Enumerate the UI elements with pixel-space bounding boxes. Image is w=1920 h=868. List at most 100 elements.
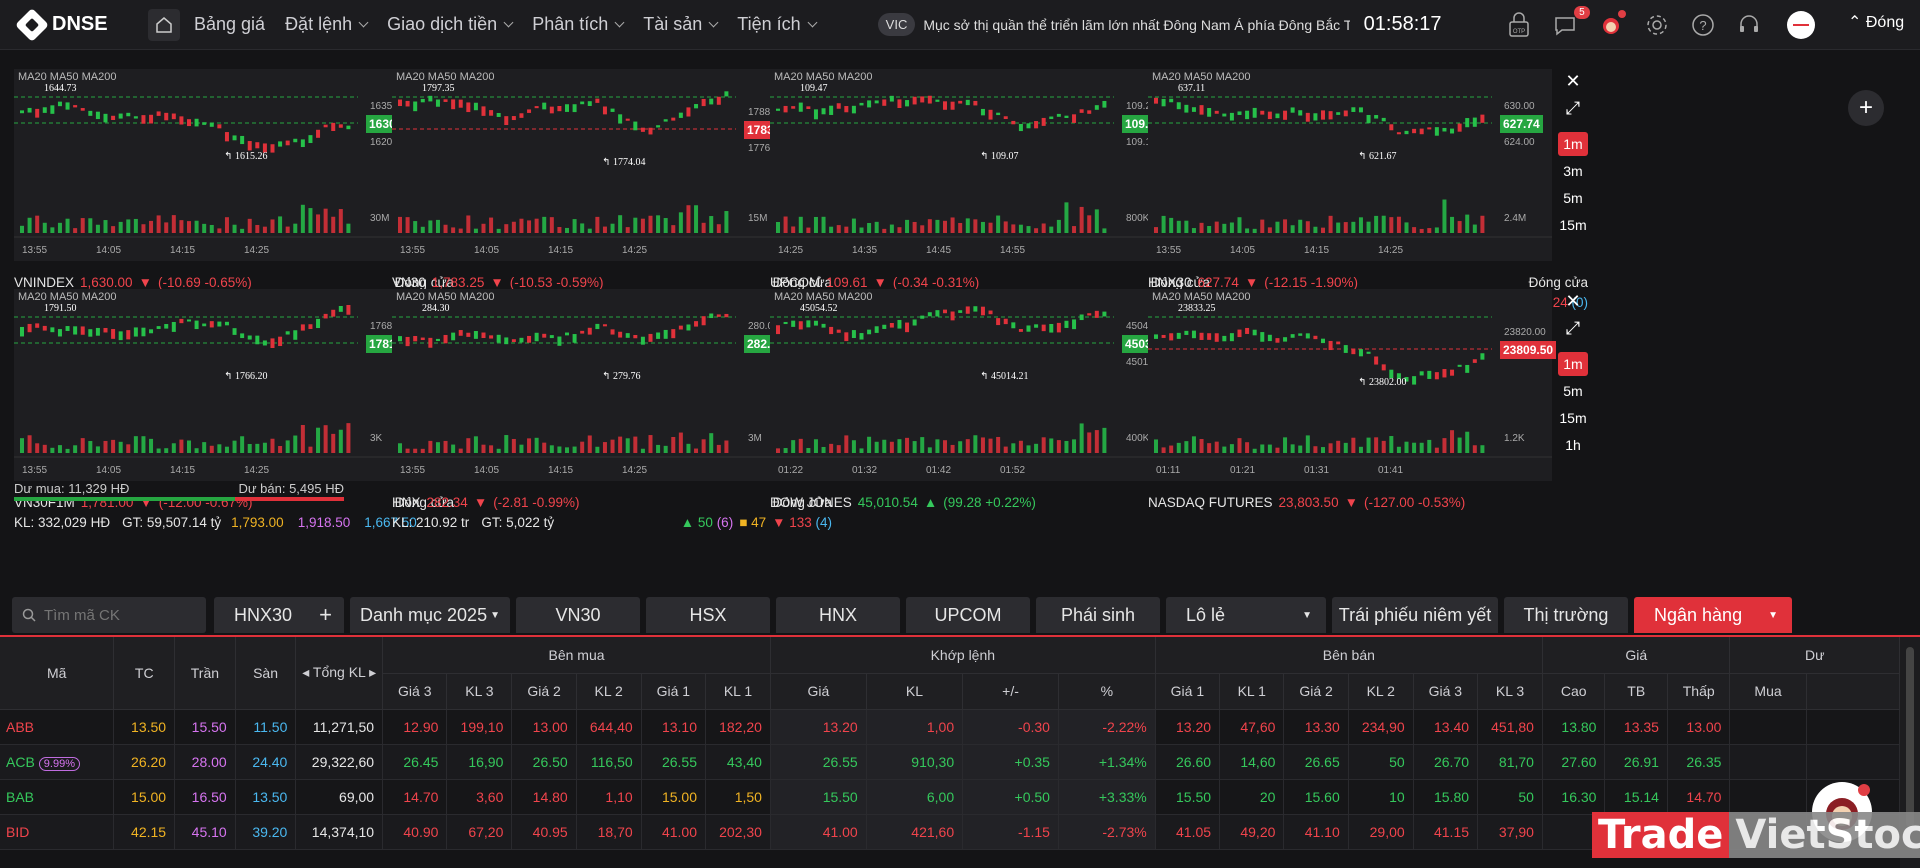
interval-15m-button[interactable]: 15m	[1558, 406, 1588, 430]
help-button[interactable]: ?	[1688, 10, 1718, 40]
candle	[859, 102, 864, 106]
tab-ngan-hang[interactable]: Ngân hàng ▼	[1634, 597, 1792, 633]
table-row[interactable]: BAB 15.00 16.50 13.50 69,00 14.70 3,60 14.80 1,1…	[0, 779, 1900, 815]
col-ma[interactable]: Mã	[0, 637, 115, 710]
ask-volume-cell: 10	[1348, 779, 1414, 815]
volume-bar	[783, 448, 788, 453]
add-chart-button[interactable]: +	[1848, 90, 1884, 126]
candle	[398, 336, 402, 342]
symbol-search[interactable]	[12, 597, 206, 633]
col-san[interactable]: Sàn	[235, 637, 297, 710]
subcol-kl-1[interactable]: KL 1	[1219, 673, 1285, 710]
search-input[interactable]	[44, 606, 194, 624]
nav-tien-ich[interactable]: Tiện ích	[737, 14, 818, 35]
interval-5m-button[interactable]: 5m	[1558, 379, 1588, 403]
tab-vn30[interactable]: VN30	[516, 597, 640, 633]
nav-bang-gia[interactable]: Bảng giá	[194, 14, 265, 35]
chart-plot-area[interactable]: 13:55 14:05 14:15 14:25 630.00 624.00 2.4M 637.…	[1148, 69, 1552, 261]
subcol--[interactable]: %	[1058, 673, 1156, 710]
volume-bar	[1064, 202, 1069, 233]
table-row[interactable]: ABB 13.50 15.50 11.50 11,271,50 12.90 199,10 13…	[0, 709, 1900, 745]
subcol-kl-3[interactable]: KL 3	[446, 673, 513, 710]
chart-plot-area[interactable]: 13:55 14:05 14:15 14:25 280.00 3M 284.30 ↰ 279.…	[392, 289, 796, 481]
subcol-kl-3[interactable]: KL 3	[1477, 673, 1543, 710]
subcol--[interactable]: +/-	[962, 673, 1059, 710]
chart-plot-area[interactable]: 13:55 14:05 14:15 14:25 1768.00 3K 1791.50 ↰ 17…	[14, 289, 418, 481]
subcol-gi-3[interactable]: Giá 3	[1413, 673, 1479, 710]
subcol-gi-3[interactable]: Giá 3	[382, 673, 448, 710]
subcol-gi-1[interactable]: Giá 1	[641, 673, 707, 710]
brand-logo[interactable]: DNSE	[15, 7, 148, 42]
ticker-symbol: VIC	[877, 13, 916, 36]
candle	[187, 319, 191, 322]
subcol-gi-1[interactable]: Giá 1	[1155, 673, 1221, 710]
chart-plot-area[interactable]: 01:11 01:21 01:31 01:41 23820.00 1.2K 23833.25…	[1148, 289, 1557, 481]
subcol-kl-1[interactable]: KL 1	[705, 673, 771, 710]
chart-plot-area[interactable]: 01:22 01:32 01:42 01:52 45048.00 45016.00 400K…	[770, 289, 1179, 481]
mini-chart-nasdaq-futures[interactable]: 01:11 01:21 01:31 01:41 23820.00 1.2K 23833.25…	[1134, 273, 1589, 533]
tab-lo-le[interactable]: Lô lẻ ▼	[1166, 597, 1326, 633]
subcol-kl[interactable]: KL	[866, 673, 964, 710]
nav-phan-tich[interactable]: Phân tích	[532, 14, 625, 35]
expand-icon[interactable]: ⤢	[1558, 316, 1588, 340]
subcol-mua[interactable]: Mua	[1729, 673, 1807, 710]
candle	[889, 95, 894, 102]
chart-plot-area[interactable]: 14:25 14:35 14:45 14:55 109.28 109.12 800K 109.…	[770, 69, 1174, 261]
nav-giao-dich-tien[interactable]: Giao dịch tiền	[387, 14, 514, 35]
subcol-kl-2[interactable]: KL 2	[576, 673, 642, 710]
home-button[interactable]	[148, 8, 180, 41]
col-tong-kl[interactable]: ◂ Tổng KL ▸	[295, 637, 384, 710]
collapse-panel-button[interactable]: ⌃ Đóng	[1848, 12, 1904, 32]
subcol-ban[interactable]	[1806, 673, 1900, 710]
chart-plot-area[interactable]: 13:55 14:05 14:15 14:25 1788.00 1776.00 15M 179…	[392, 69, 796, 261]
volume-bar	[882, 439, 887, 453]
user-avatar[interactable]	[1786, 10, 1816, 40]
expand-icon[interactable]: ⤢	[1558, 96, 1588, 120]
order-imbalance-bar: Dư mua: 11,329 HĐ Dư bán: 5,495 HĐ	[14, 481, 344, 501]
symbol-cell[interactable]: BID	[0, 814, 115, 850]
volume-bar	[1313, 446, 1318, 453]
support-button[interactable]	[1734, 10, 1764, 40]
tab-phai-sinh[interactable]: Phái sinh	[1036, 597, 1160, 633]
close-icon[interactable]: ✕	[1558, 69, 1588, 93]
table-row[interactable]: ACB 9.99% 26.20 28.00 24.40 29,322,60 26.45 16,…	[0, 744, 1900, 780]
subcol-gi-[interactable]: Giá	[770, 673, 867, 710]
nav-tai-san[interactable]: Tài sản	[643, 14, 719, 35]
interval-15m-button[interactable]: 15m	[1558, 213, 1588, 237]
tab-trai-phieu[interactable]: Trái phiếu niêm yết	[1332, 597, 1498, 633]
mascot-button[interactable]	[1596, 9, 1626, 40]
otp-button[interactable]: OTP	[1504, 10, 1534, 40]
settings-button[interactable]	[1642, 10, 1672, 40]
candle	[338, 305, 343, 312]
tab-hnx[interactable]: HNX	[776, 597, 900, 633]
interval-1m-button[interactable]: 1m	[1558, 352, 1588, 376]
subcol-gi-2[interactable]: Giá 2	[511, 673, 577, 710]
subcol-th-p[interactable]: Thấp	[1667, 673, 1731, 710]
symbol-cell[interactable]: BAB	[0, 779, 115, 815]
news-ticker[interactable]: VIC Mục sở thị quần thể triển lãm lớn nh…	[877, 13, 1350, 36]
tab-upcom[interactable]: UPCOM	[906, 597, 1030, 633]
col-tran[interactable]: Trần	[174, 637, 236, 710]
subcol-cao[interactable]: Cao	[1542, 673, 1606, 710]
interval-5m-button[interactable]: 5m	[1558, 186, 1588, 210]
volume-bar	[217, 444, 222, 453]
tab-hnx30[interactable]: HNX30 +	[214, 597, 344, 633]
chart-plot-area[interactable]: 13:55 14:05 14:15 14:25 1635.00 1620.00 30M 164…	[14, 69, 418, 261]
notifications-button[interactable]: 5	[1550, 5, 1590, 40]
tab-danh-muc[interactable]: Danh mục 2025 ▼	[350, 597, 510, 633]
symbol-cell[interactable]: ACB 9.99%	[0, 744, 115, 780]
close-icon[interactable]: ✕	[1558, 289, 1588, 313]
interval-1m-button[interactable]: 1m	[1558, 132, 1588, 156]
plus-icon[interactable]: +	[319, 602, 332, 628]
col-tc[interactable]: TC	[113, 637, 176, 710]
scroll-thumb[interactable]	[1906, 647, 1914, 827]
symbol-cell[interactable]: ABB	[0, 709, 115, 745]
nav-dat-lenh[interactable]: Đặt lệnh	[285, 14, 369, 35]
tab-thi-truong[interactable]: Thị trường	[1504, 597, 1628, 633]
subcol-kl-2[interactable]: KL 2	[1348, 673, 1414, 710]
interval-3m-button[interactable]: 3m	[1558, 159, 1588, 183]
tab-hsx[interactable]: HSX	[646, 597, 770, 633]
subcol-tb[interactable]: TB	[1604, 673, 1668, 710]
interval-1h-button[interactable]: 1h	[1558, 433, 1588, 457]
subcol-gi-2[interactable]: Giá 2	[1283, 673, 1349, 710]
